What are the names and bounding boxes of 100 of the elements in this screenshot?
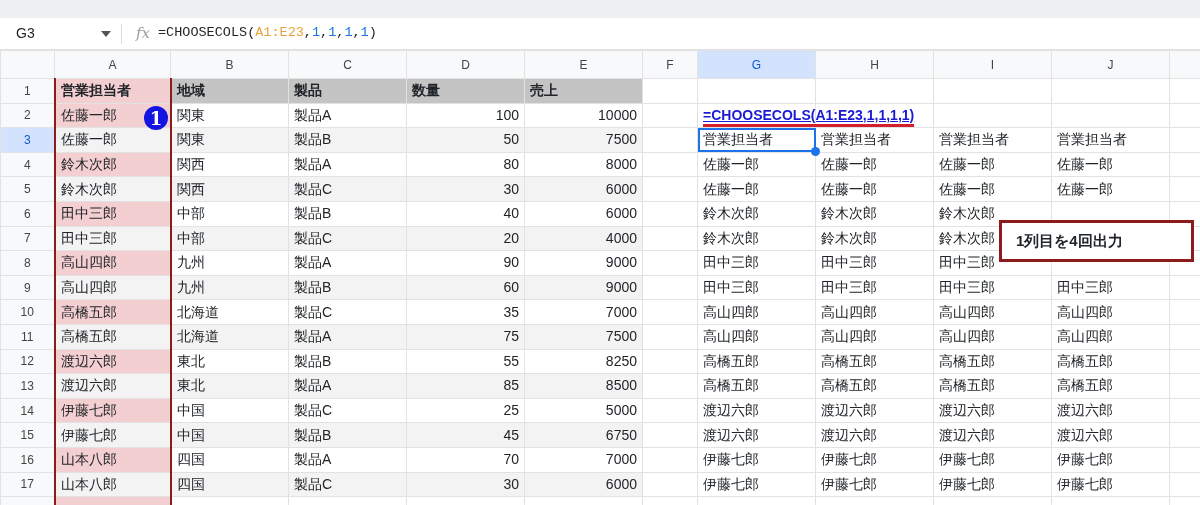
row-header[interactable]: 5 [0,176,55,202]
table-cell: 高山四郎 [815,299,934,325]
table-cell: 渡辺六郎 [697,422,816,448]
table-cell: 製品C [288,176,407,202]
table-cell: 7000 [524,447,643,472]
row-header[interactable]: 12 [0,349,55,374]
column-header[interactable]: C [288,50,407,79]
row-header[interactable]: 11 [0,324,55,350]
table-cell: 7500 [524,127,643,153]
row-header[interactable]: 14 [0,398,55,423]
table-cell: 7500 [524,324,643,350]
row-header[interactable]: 2 [0,103,55,128]
table-cell: 75 [406,324,525,350]
table-cell: 高橋五郎 [933,373,1052,399]
table-cell: 製品B [288,127,407,153]
column-header[interactable]: H [815,50,934,79]
caret-icon [101,30,111,37]
table-cell: 営業担当者 [933,127,1052,153]
row-header[interactable]: 15 [0,422,55,448]
table-cell: 高山四郎 [1051,299,1170,325]
column-header[interactable]: F [642,50,698,79]
formula-input[interactable]: =CHOOSECOLS(A1:E23,1,1,1,1) [158,23,377,44]
table-cell: 伊藤七郎 [933,472,1052,497]
table-cell: 6750 [524,422,643,448]
table-cell: 30 [406,472,525,497]
table-cell: 伊藤七郎 [815,447,934,472]
table-cell: 渡辺六郎 [1051,398,1170,423]
table-cell: 9000 [524,275,643,300]
table-cell: 田中三郎 [54,226,171,251]
table-cell: 四国 [170,472,289,497]
column-title-cell: 製品 [288,78,407,104]
column-header[interactable]: G [697,50,816,79]
table-cell: 営業担当者 [1051,127,1170,153]
table-cell: 高橋五郎 [54,324,171,350]
table-cell: 8500 [524,373,643,399]
table-cell: 20 [406,226,525,251]
column-title-cell: 数量 [406,78,525,104]
row-header[interactable]: 17 [0,472,55,497]
table-cell: 製品A [288,447,407,472]
table-cell: 製品C [288,398,407,423]
fx-label: fx [136,23,150,45]
table-cell: 九州 [170,275,289,300]
table-cell: 製品B [288,422,407,448]
row-header[interactable]: 6 [0,201,55,227]
table-cell: 高橋五郎 [933,349,1052,374]
table-cell: 製品B [288,275,407,300]
row-header[interactable]: 1 [0,78,55,104]
table-cell: 渡辺六郎 [54,349,171,374]
row-header[interactable]: 13 [0,373,55,399]
row-header[interactable]: 9 [0,275,55,300]
column-header[interactable]: A [54,50,171,79]
table-cell: 佐藤一郎 [933,152,1052,177]
row-header[interactable]: 16 [0,447,55,472]
row-header[interactable]: 3 [0,127,55,153]
table-cell: 関東 [170,103,289,128]
row-header[interactable]: 10 [0,299,55,325]
column-header[interactable]: I [933,50,1052,79]
table-cell: 高山四郎 [815,324,934,350]
name-box[interactable]: G3 [0,23,122,44]
table-cell: 高山四郎 [54,250,171,276]
table-cell: 北海道 [170,324,289,350]
table-cell: 高山四郎 [933,299,1052,325]
column-header[interactable]: E [524,50,643,79]
column-header[interactable]: D [406,50,525,79]
table-cell: 製品C [288,299,407,325]
table-cell: 関西 [170,152,289,177]
table-cell: 60 [406,275,525,300]
table-cell: 80 [406,152,525,177]
table-cell: 田中三郎 [815,275,934,300]
callout-box: 1列目を4回出力 [999,220,1194,262]
table-cell: 鈴木次郎 [697,201,816,227]
table-cell: 佐藤一郎 [697,176,816,202]
row-header[interactable]: 4 [0,152,55,177]
table-cell: 鈴木次郎 [54,176,171,202]
table-cell: 35 [406,299,525,325]
table-cell: 鈴木次郎 [697,226,816,251]
table-cell: 渡辺六郎 [1051,422,1170,448]
table-cell: 高橋五郎 [697,373,816,399]
table-cell: 関東 [170,127,289,153]
table-cell: 製品A [288,373,407,399]
table-cell: 伊藤七郎 [54,422,171,448]
table-cell: 6000 [524,176,643,202]
table-cell: 関西 [170,176,289,202]
row-header[interactable]: 8 [0,250,55,276]
table-cell: 伊藤七郎 [933,447,1052,472]
table-cell: 佐藤一郎 [1051,176,1170,202]
row-header[interactable]: 7 [0,226,55,251]
column-header[interactable]: J [1051,50,1170,79]
table-cell: 製品A [288,103,407,128]
table-cell: 製品C [288,226,407,251]
table-cell: 製品B [288,201,407,227]
table-cell: 50 [406,127,525,153]
table-cell: 鈴木次郎 [815,226,934,251]
column-header[interactable]: B [170,50,289,79]
table-cell: 85 [406,373,525,399]
fill-handle[interactable] [810,147,820,157]
table-cell: 高山四郎 [54,275,171,300]
table-cell: 渡辺六郎 [697,398,816,423]
table-cell: 55 [406,349,525,374]
table-cell: 8000 [524,152,643,177]
